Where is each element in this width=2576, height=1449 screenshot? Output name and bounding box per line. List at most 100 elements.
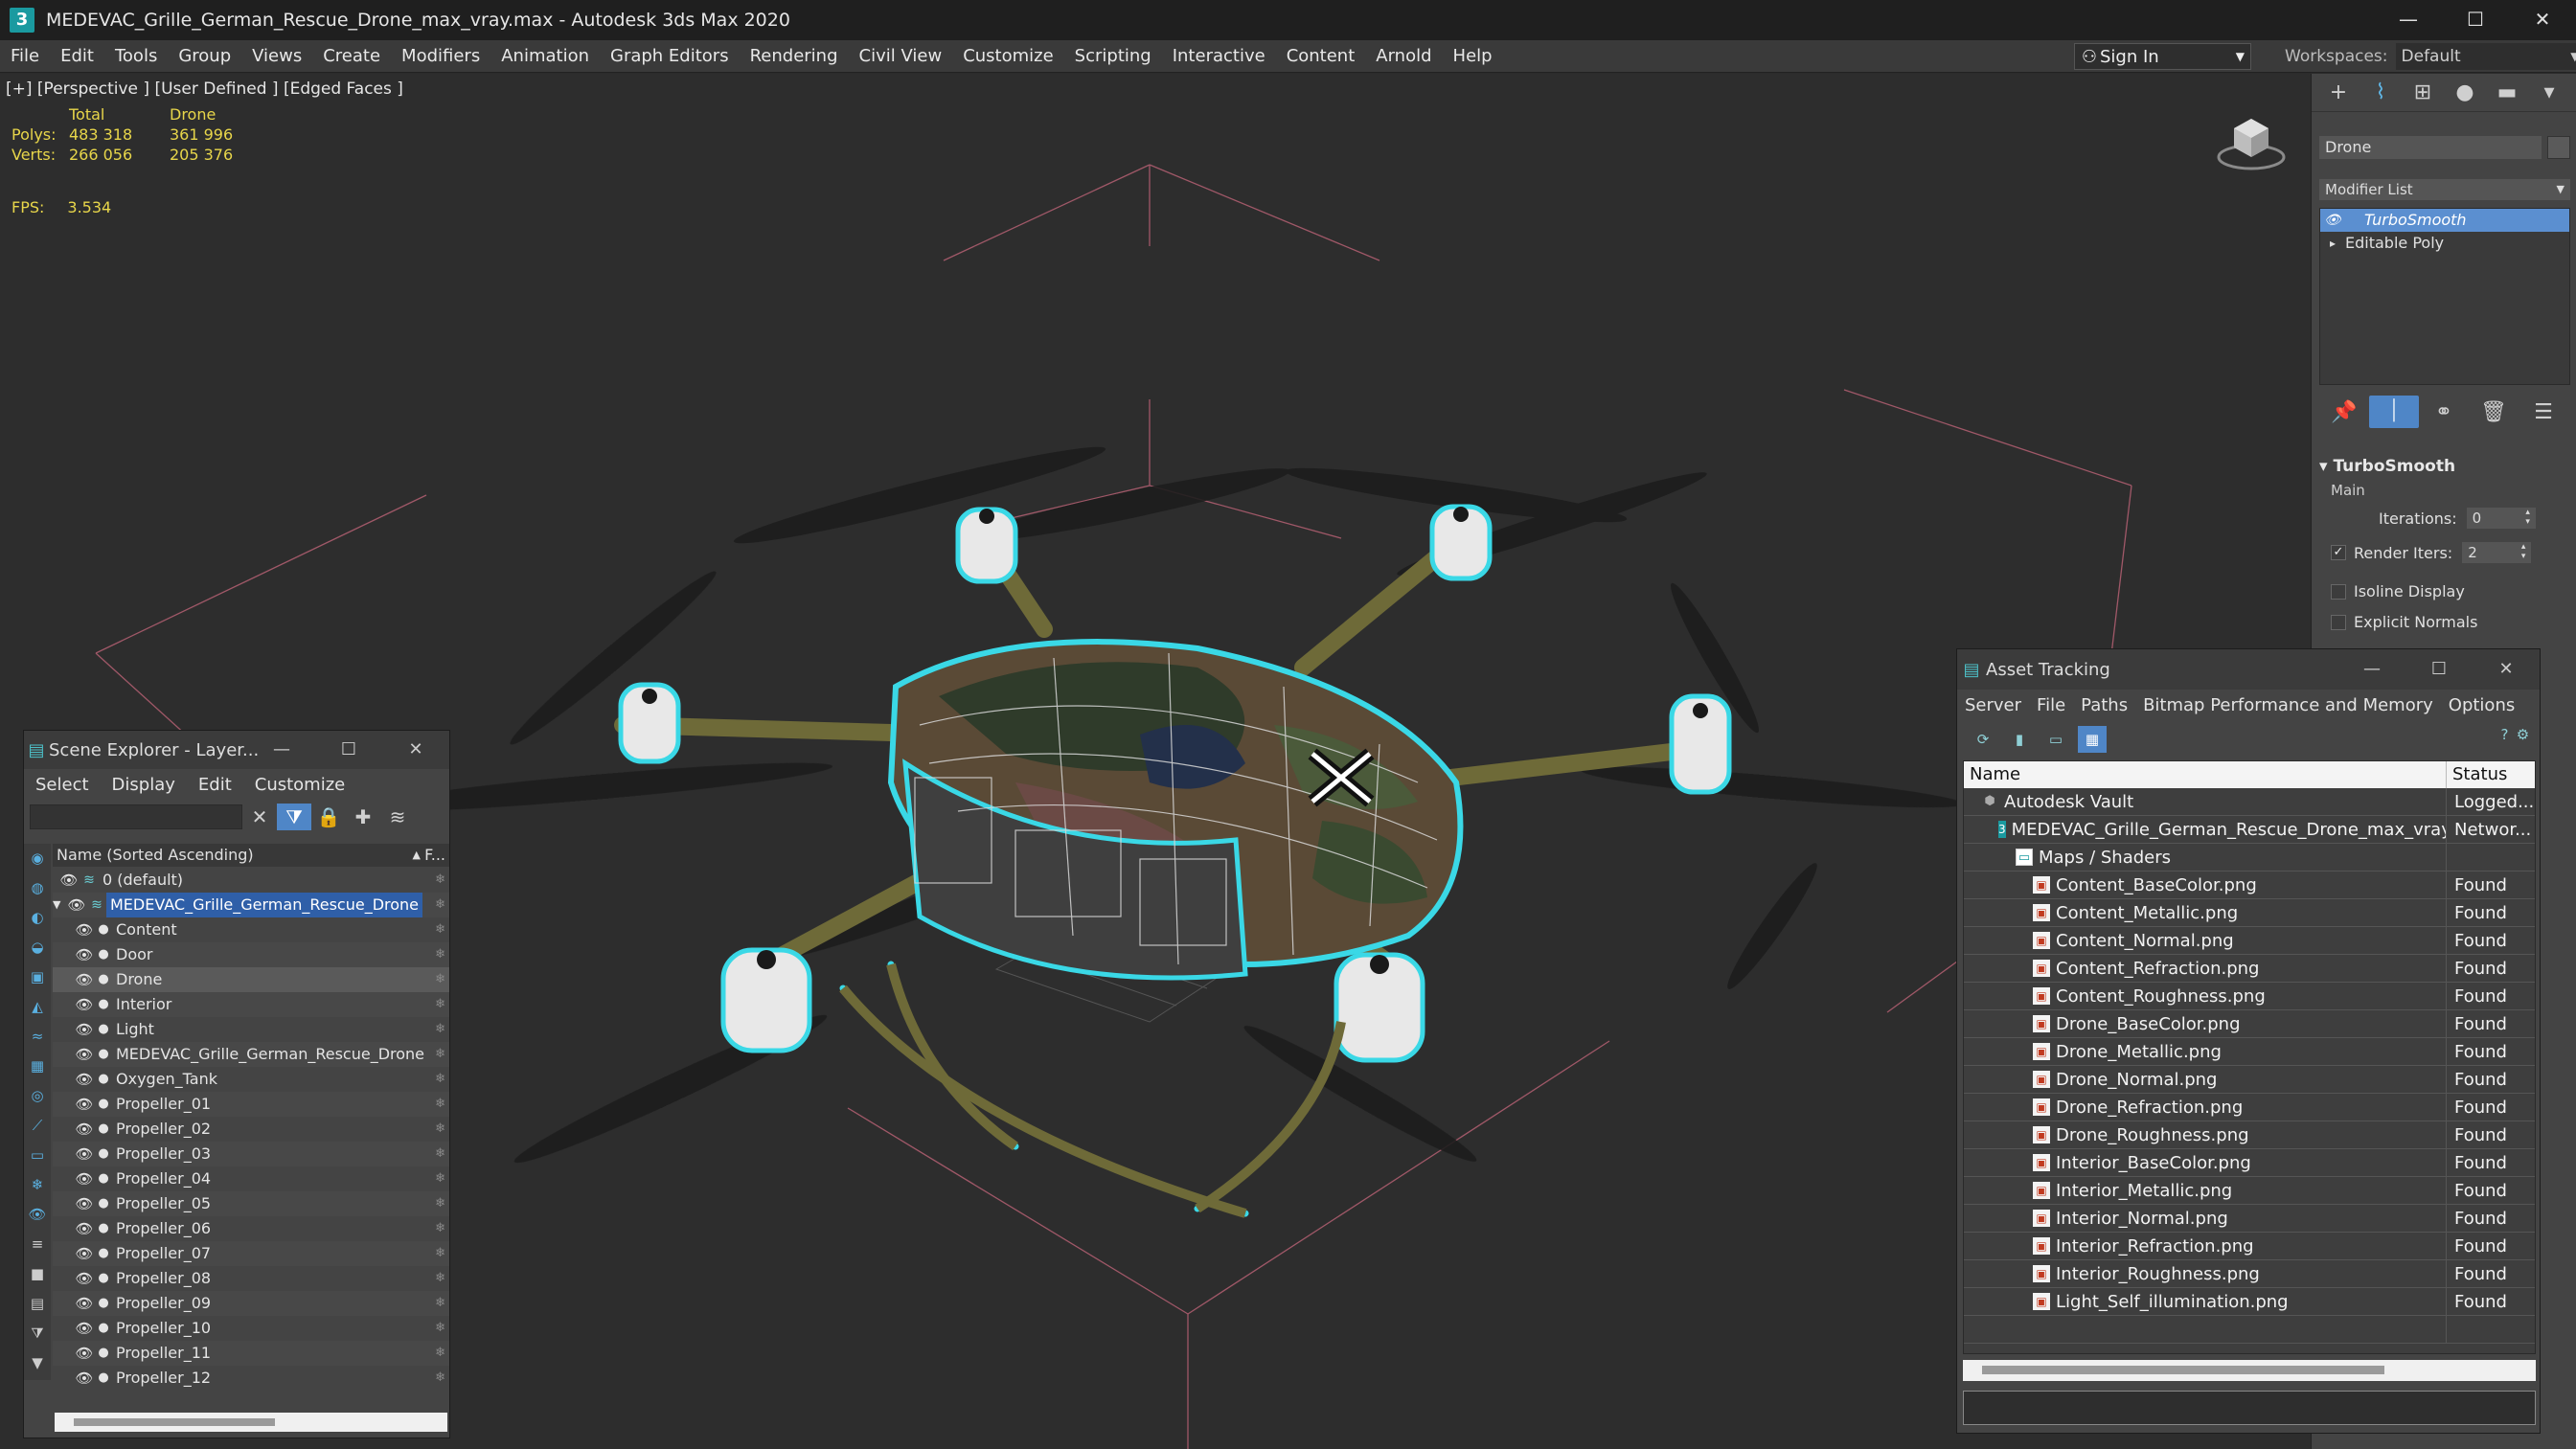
menu-civil-view[interactable]: Civil View: [849, 46, 953, 66]
expand-arrow-icon[interactable]: ▸: [2320, 232, 2345, 255]
asset-row[interactable]: ▣ Content_Refraction.png Found: [1964, 955, 2535, 983]
asset-path-field[interactable]: [1963, 1391, 2536, 1425]
view-icon[interactable]: ▭: [2038, 731, 2074, 748]
isoline-checkbox[interactable]: [2331, 583, 2346, 600]
render-iters-checkbox[interactable]: ✓: [2331, 545, 2346, 560]
scene-tree-row[interactable]: ▼ 👁 ≋ MEDEVAC_Grille_German_Rescue_Drone ❄: [53, 893, 449, 917]
minimize-button[interactable]: —: [2338, 649, 2405, 690]
freeze-icon[interactable]: ❄: [435, 942, 445, 967]
menu-arnold[interactable]: Arnold: [1365, 46, 1442, 66]
maximize-button[interactable]: ☐: [2442, 0, 2509, 40]
eye-icon[interactable]: 👁: [74, 1067, 95, 1092]
freeze-icon[interactable]: ❄: [435, 1042, 445, 1067]
menu-server[interactable]: Server: [1957, 695, 2029, 715]
scene-tree-row[interactable]: 👁 ● Propeller_12 ❄: [53, 1366, 449, 1391]
menu-edit[interactable]: Edit: [50, 46, 104, 66]
asset-row[interactable]: ▣ Content_Normal.png Found: [1964, 927, 2535, 955]
eye-icon[interactable]: 👁: [74, 1142, 95, 1166]
asset-row[interactable]: ▣ Drone_Metallic.png Found: [1964, 1038, 2535, 1066]
viewport-label[interactable]: [+] [Perspective ] [User Defined ] [Edge…: [6, 79, 403, 99]
sign-in-dropdown[interactable]: ⚇ Sign In ▼: [2074, 43, 2251, 70]
scene-tree-row[interactable]: 👁 ● Propeller_05 ❄: [53, 1191, 449, 1216]
spacewarps-filter-icon[interactable]: ≈: [24, 1022, 51, 1052]
iterations-spinner[interactable]: 0: [2466, 508, 2536, 529]
menu-file[interactable]: File: [0, 46, 50, 66]
scene-tree-row[interactable]: 👁 ● Propeller_06 ❄: [53, 1216, 449, 1241]
pin-stack-icon[interactable]: 📌: [2319, 400, 2369, 424]
menu-options[interactable]: Options: [2441, 695, 2522, 715]
asset-row[interactable]: ▣ Drone_Normal.png Found: [1964, 1066, 2535, 1094]
file-icon[interactable]: ▮: [2001, 731, 2038, 748]
modifier-list-dropdown[interactable]: Modifier List ▼: [2319, 179, 2570, 200]
scrollbar-thumb[interactable]: [1982, 1366, 2384, 1374]
groups-filter-icon[interactable]: ▦: [24, 1052, 51, 1081]
show-end-result-icon[interactable]: ⏐: [2369, 396, 2419, 428]
menu-paths[interactable]: Paths: [2073, 695, 2135, 715]
asset-row[interactable]: ▣ Interior_Roughness.png Found: [1964, 1260, 2535, 1288]
menu-scripting[interactable]: Scripting: [1064, 46, 1162, 66]
geometry-filter-icon[interactable]: ◍: [24, 873, 51, 903]
eye-icon[interactable]: 👁: [74, 1166, 95, 1191]
asset-row[interactable]: 3 MEDEVAC_Grille_German_Rescue_Drone_max_…: [1964, 816, 2535, 844]
utilities-tab-icon[interactable]: ▾: [2528, 80, 2570, 104]
eye-icon[interactable]: 👁: [66, 893, 87, 917]
close-button[interactable]: ✕: [2473, 649, 2540, 690]
asset-row[interactable]: ▣ Content_BaseColor.png Found: [1964, 872, 2535, 899]
lights-filter-icon[interactable]: ◒: [24, 933, 51, 962]
freeze-icon[interactable]: ❄: [435, 1017, 445, 1042]
eye-icon[interactable]: 👁: [74, 1191, 95, 1216]
name-column-header[interactable]: Name: [1964, 761, 2447, 788]
scene-tree-row[interactable]: 👁 ● Propeller_08 ❄: [53, 1266, 449, 1291]
asset-row[interactable]: ▣ Drone_Roughness.png Found: [1964, 1121, 2535, 1149]
scene-tree-row[interactable]: 👁 ● Door ❄: [53, 942, 449, 967]
freeze-icon[interactable]: ❄: [435, 1341, 445, 1366]
freeze-icon[interactable]: ❄: [435, 1067, 445, 1092]
filter-down-icon[interactable]: ▼: [24, 1348, 51, 1378]
configure-sets-icon[interactable]: ☰: [2519, 400, 2568, 424]
menu-interactive[interactable]: Interactive: [1162, 46, 1276, 66]
eye-icon[interactable]: 👁: [74, 1366, 95, 1391]
close-button[interactable]: ✕: [382, 731, 449, 769]
containers-filter-icon[interactable]: ▭: [24, 1141, 51, 1170]
eye-icon[interactable]: 👁: [74, 1042, 95, 1067]
scene-explorer-titlebar[interactable]: ▤ Scene Explorer - Layer... — ☐ ✕: [24, 731, 449, 769]
scene-tree-row[interactable]: 👁 ≋ 0 (default) ❄: [53, 868, 449, 893]
render-iters-spinner[interactable]: 2: [2462, 542, 2532, 563]
cameras-filter-icon[interactable]: ▣: [24, 962, 51, 992]
scene-tree-row[interactable]: 👁 ● Propeller_07 ❄: [53, 1241, 449, 1266]
menu-edit[interactable]: Edit: [187, 775, 243, 795]
freeze-icon[interactable]: ❄: [435, 967, 445, 992]
add-layer-icon[interactable]: ✚: [346, 805, 380, 828]
horizontal-scrollbar[interactable]: [55, 1413, 447, 1432]
minimize-button[interactable]: —: [2375, 0, 2442, 40]
filter-icon[interactable]: ⧩: [277, 804, 311, 830]
menu-animation[interactable]: Animation: [490, 46, 600, 66]
menu-display[interactable]: Display: [101, 775, 187, 795]
scene-tree-row[interactable]: 👁 ● Propeller_10 ❄: [53, 1316, 449, 1341]
eye-icon[interactable]: 👁: [74, 1117, 95, 1142]
freeze-icon[interactable]: ❄: [435, 1092, 445, 1117]
scene-tree-row[interactable]: 👁 ● MEDEVAC_Grille_German_Rescue_Drone ❄: [53, 1042, 449, 1067]
motion-tab-icon[interactable]: ●: [2444, 80, 2486, 104]
clear-search-icon[interactable]: ✕: [242, 805, 277, 828]
eye-icon[interactable]: 👁: [58, 868, 80, 893]
freeze-icon[interactable]: ❄: [435, 1266, 445, 1291]
helpers-filter-icon[interactable]: ◭: [24, 992, 51, 1022]
scene-tree-row[interactable]: 👁 ● Oxygen_Tank ❄: [53, 1067, 449, 1092]
freeze-icon[interactable]: ❄: [435, 1142, 445, 1166]
scene-tree-row[interactable]: 👁 ● Propeller_02 ❄: [53, 1117, 449, 1142]
freeze-icon[interactable]: ❄: [435, 893, 445, 917]
trash-icon[interactable]: 🗑: [2469, 400, 2519, 424]
freeze-icon[interactable]: ❄: [435, 1366, 445, 1391]
asset-tracking-titlebar[interactable]: ▤ Asset Tracking — ☐ ✕: [1957, 649, 2540, 690]
menu-rendering[interactable]: Rendering: [740, 46, 849, 66]
display-all-icon[interactable]: ◉: [24, 844, 51, 873]
close-button[interactable]: ✕: [2509, 0, 2576, 40]
eye-icon[interactable]: 👁: [74, 1017, 95, 1042]
shapes-filter-icon[interactable]: ◐: [24, 903, 51, 933]
frozen-filter-icon[interactable]: ❄: [24, 1170, 51, 1200]
menu-bitmap-performance[interactable]: Bitmap Performance and Memory: [2135, 695, 2441, 715]
turbosmooth-rollout-header[interactable]: ▾ TurboSmooth: [2319, 457, 2570, 476]
hierarchy-tab-icon[interactable]: ⊞: [2402, 80, 2444, 104]
freeze-icon[interactable]: ❄: [435, 868, 445, 893]
